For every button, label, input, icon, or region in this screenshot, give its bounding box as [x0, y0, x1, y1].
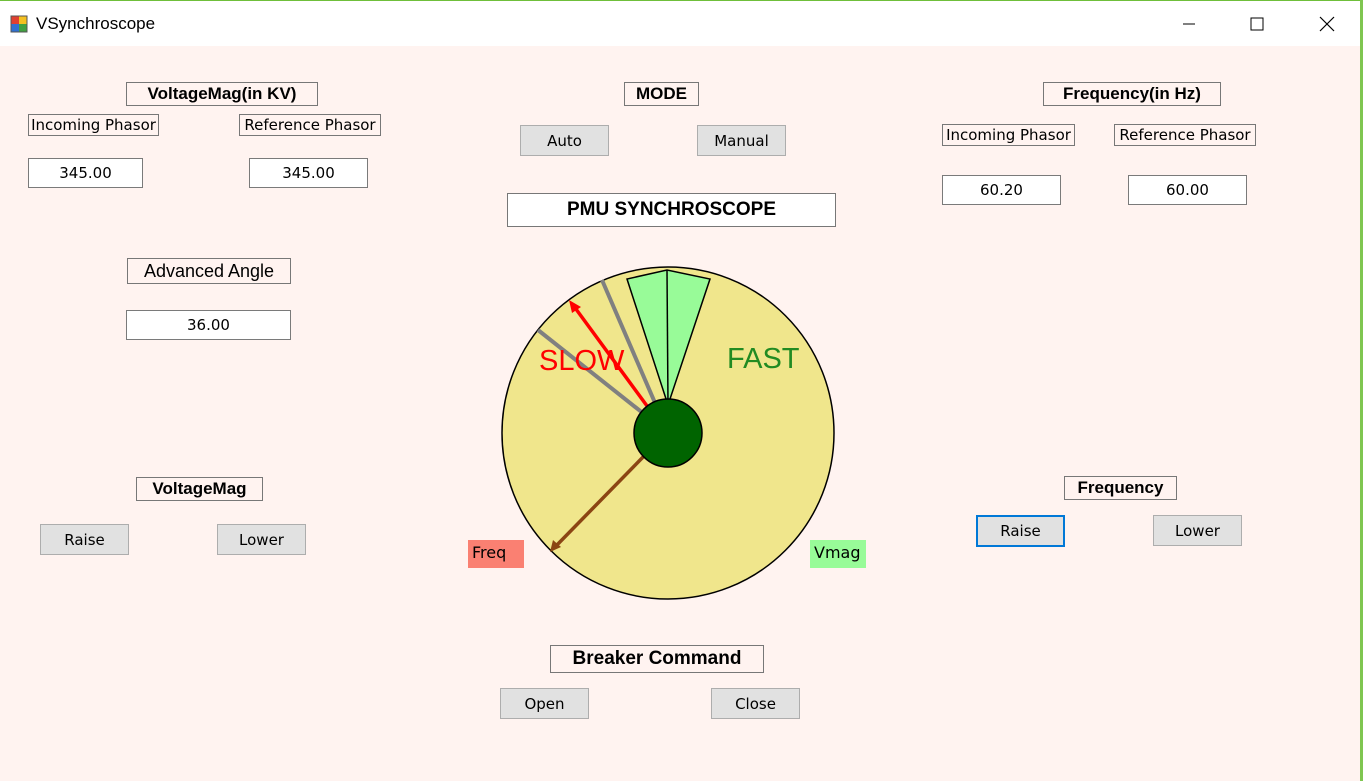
voltage-reference-label: Reference Phasor [239, 114, 381, 136]
fast-label: FAST [727, 343, 800, 375]
manual-button[interactable]: Manual [697, 125, 786, 156]
voltage-raise-button[interactable]: Raise [40, 524, 129, 555]
vmag-label: Vmag [814, 543, 861, 562]
voltage-control-title: VoltageMag [136, 477, 263, 501]
synchroscope-title: PMU SYNCHROSCOPE [507, 193, 836, 227]
freq-label: Freq [472, 543, 506, 562]
auto-button[interactable]: Auto [520, 125, 609, 156]
close-button[interactable] [1304, 1, 1350, 47]
breaker-close-button[interactable]: Close [711, 688, 800, 719]
maximize-icon [1250, 17, 1264, 31]
frequency-reference-label: Reference Phasor [1114, 124, 1256, 146]
frequency-control-title: Frequency [1064, 476, 1177, 500]
breaker-open-button[interactable]: Open [500, 688, 589, 719]
voltage-mag-title: VoltageMag(in KV) [126, 82, 318, 106]
voltage-incoming-label: Incoming Phasor [28, 114, 159, 136]
title-bar: VSynchroscope [0, 0, 1363, 46]
voltage-incoming-field[interactable]: 345.00 [28, 158, 143, 188]
breaker-command-title: Breaker Command [550, 645, 764, 673]
frequency-reference-field[interactable]: 60.00 [1128, 175, 1247, 205]
frequency-lower-button[interactable]: Lower [1153, 515, 1242, 546]
voltage-reference-field[interactable]: 345.00 [249, 158, 368, 188]
synchroscope-dial: SLOW FAST Freq Vmag [468, 266, 866, 600]
advanced-angle-label: Advanced Angle [127, 258, 291, 284]
voltage-lower-button[interactable]: Lower [217, 524, 306, 555]
minimize-button[interactable] [1166, 1, 1212, 47]
frequency-incoming-label: Incoming Phasor [942, 124, 1075, 146]
frequency-incoming-field[interactable]: 60.20 [942, 175, 1061, 205]
advanced-angle-field[interactable]: 36.00 [126, 310, 291, 340]
close-icon [1319, 16, 1335, 32]
mode-title: MODE [624, 82, 699, 106]
app-icon [10, 15, 28, 33]
frequency-raise-button[interactable]: Raise [976, 515, 1065, 547]
dial-hub [633, 398, 703, 468]
frequency-title: Frequency(in Hz) [1043, 82, 1221, 106]
window-title: VSynchroscope [36, 14, 156, 33]
maximize-button[interactable] [1234, 1, 1280, 47]
minimize-icon [1183, 23, 1195, 25]
sync-window-center-line [666, 269, 669, 406]
slow-label: SLOW [539, 345, 625, 377]
